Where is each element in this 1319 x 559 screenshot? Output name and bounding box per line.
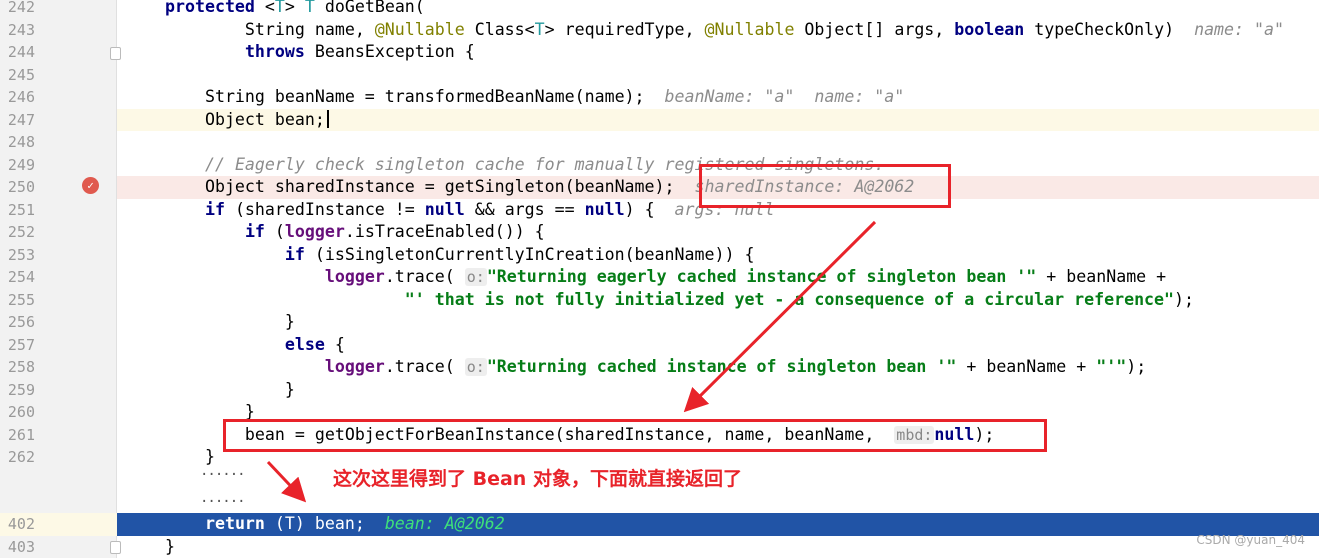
arrow-to-get-object — [683, 220, 877, 413]
annotation-text: 这次这里得到了 Bean 对象，下面就直接返回了 — [333, 468, 742, 490]
watermark: CSDN @yuan_404 — [1196, 533, 1305, 547]
arrow-to-return — [266, 460, 307, 503]
